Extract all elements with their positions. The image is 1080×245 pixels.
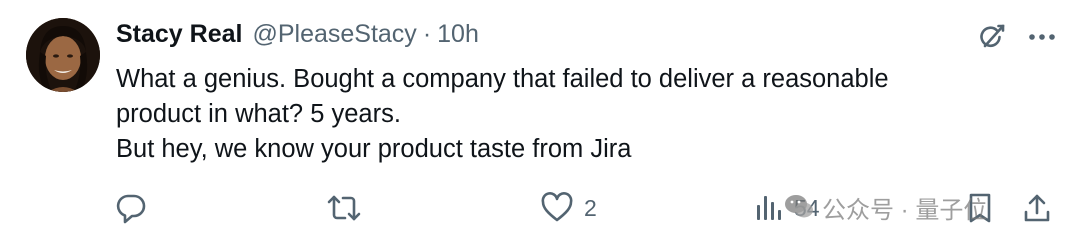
tweet-card[interactable]: Stacy Real @PleaseStacy · 10h What a gen… bbox=[0, 0, 1080, 245]
author-name[interactable]: Stacy Real bbox=[116, 20, 242, 49]
retweet-button[interactable] bbox=[326, 188, 362, 228]
grok-icon[interactable] bbox=[976, 22, 1006, 52]
bookmark-icon bbox=[969, 193, 991, 223]
more-icon[interactable] bbox=[1028, 33, 1056, 41]
bookmark-button[interactable] bbox=[966, 188, 994, 228]
views-count: 54 bbox=[794, 194, 820, 221]
like-icon bbox=[541, 192, 573, 222]
reply-button[interactable] bbox=[114, 188, 148, 228]
retweet-icon bbox=[327, 195, 361, 221]
share-icon bbox=[1024, 194, 1050, 222]
views-button[interactable]: 54 bbox=[754, 188, 820, 228]
like-button[interactable]: 2 bbox=[540, 188, 597, 228]
tweet-top-actions bbox=[976, 22, 1056, 52]
tweet-line: But hey, we know your product taste from… bbox=[116, 135, 632, 163]
tweet-line: What a genius. Bought a company that fai… bbox=[116, 65, 889, 93]
reply-icon bbox=[116, 194, 146, 224]
avatar-image bbox=[26, 18, 100, 92]
author-handle[interactable]: @PleaseStacy bbox=[252, 20, 416, 49]
like-count: 2 bbox=[584, 194, 597, 221]
tweet-action-bar: 2 54 bbox=[114, 188, 1064, 228]
avatar[interactable] bbox=[26, 18, 100, 92]
views-icon bbox=[757, 196, 781, 220]
share-button[interactable] bbox=[1022, 188, 1052, 228]
tweet-line: product in what? 5 years. bbox=[116, 100, 401, 128]
tweet-header: Stacy Real @PleaseStacy · 10h bbox=[116, 20, 479, 54]
tweet-text: What a genius. Bought a company that fai… bbox=[116, 62, 1016, 167]
separator-dot: · bbox=[422, 20, 432, 48]
timestamp[interactable]: 10h bbox=[437, 20, 479, 49]
